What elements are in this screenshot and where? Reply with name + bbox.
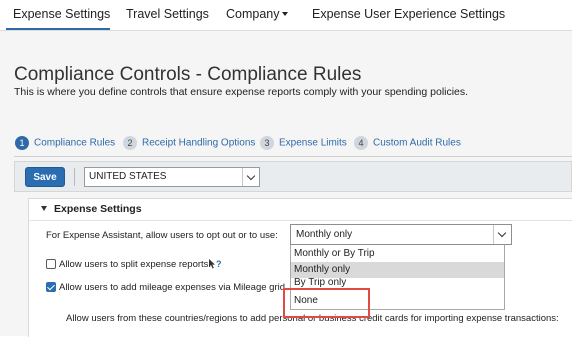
mileage-grid-checkbox[interactable]: [46, 282, 56, 292]
step-custom-audit-rules[interactable]: 4 Custom Audit Rules: [354, 136, 461, 150]
dropdown-option[interactable]: Monthly only: [291, 262, 504, 278]
country-select-toggle[interactable]: [242, 168, 259, 186]
mileage-grid-label: Allow users to add mileage expenses via …: [59, 282, 286, 293]
top-nav: Expense Settings Travel Settings Company…: [0, 0, 572, 31]
step-number: 3: [260, 136, 274, 150]
step-label: Receipt Handling Options: [142, 137, 256, 149]
panel-header[interactable]: Expense Settings: [41, 203, 142, 215]
chevron-down-icon: [497, 228, 507, 238]
country-select[interactable]: UNITED STATES: [84, 167, 260, 187]
toolbar-divider: [74, 168, 75, 186]
nav-expense-settings[interactable]: Expense Settings: [13, 7, 110, 21]
nav-expense-user-experience[interactable]: Expense User Experience Settings: [312, 7, 505, 21]
optout-select[interactable]: Monthly only: [290, 224, 512, 245]
step-receipt-handling-options[interactable]: 2 Receipt Handling Options: [123, 136, 255, 150]
step-number: 1: [15, 136, 29, 150]
page-subtitle: This is where you define controls that e…: [14, 86, 469, 98]
panel-header-label: Expense Settings: [54, 203, 142, 215]
step-number: 4: [354, 136, 368, 150]
highlight-box: [283, 288, 370, 318]
active-tab-indicator: [6, 28, 110, 30]
collapse-triangle-icon: [41, 206, 47, 211]
dropdown-option[interactable]: Monthly or By Trip: [291, 246, 504, 262]
step-compliance-rules[interactable]: 1 Compliance Rules: [15, 136, 115, 150]
step-label: Custom Audit Rules: [373, 137, 461, 149]
optout-label: For Expense Assistant, allow users to op…: [46, 230, 278, 241]
divider: [14, 156, 572, 157]
step-label: Expense Limits: [279, 137, 347, 149]
nav-company-label: Company: [226, 7, 280, 21]
caret-down-icon: [281, 12, 288, 16]
step-label: Compliance Rules: [34, 137, 116, 149]
nav-travel-settings[interactable]: Travel Settings: [126, 7, 209, 21]
step-number: 2: [123, 136, 137, 150]
help-icon[interactable]: ?: [208, 258, 222, 270]
save-button[interactable]: Save: [25, 167, 65, 187]
divider: [28, 220, 572, 221]
chevron-down-icon: [246, 171, 256, 181]
nav-company[interactable]: Company: [226, 7, 288, 21]
split-reports-checkbox[interactable]: [46, 259, 56, 269]
svg-text:?: ?: [216, 259, 222, 269]
page-title: Compliance Controls - Compliance Rules: [14, 64, 362, 85]
optout-select-toggle[interactable]: [493, 225, 511, 244]
split-reports-label: Allow users to split expense reports.: [59, 259, 212, 270]
step-expense-limits[interactable]: 3 Expense Limits: [260, 136, 347, 150]
country-select-value: UNITED STATES: [89, 171, 167, 182]
optout-select-value: Monthly only: [296, 229, 353, 240]
